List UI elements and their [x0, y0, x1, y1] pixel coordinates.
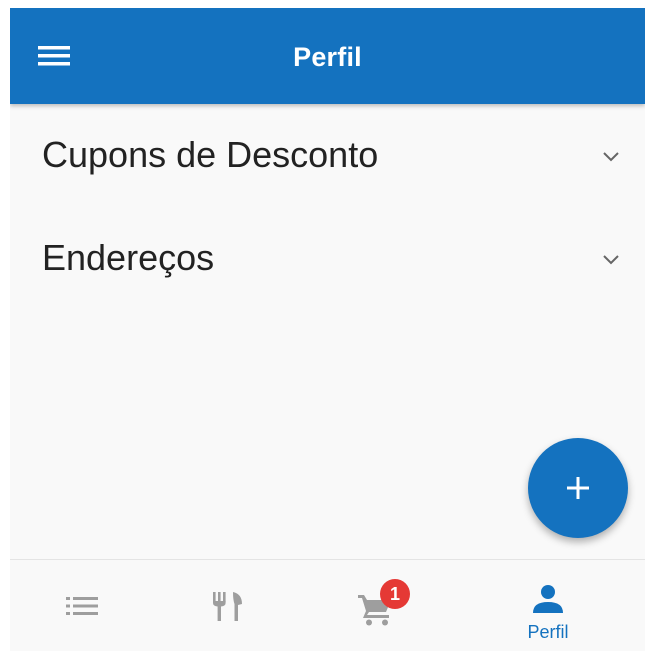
- chevron-down-icon: [599, 251, 623, 269]
- page-title: Perfil: [293, 42, 362, 72]
- section-label: Endereços: [42, 237, 215, 278]
- cart-badge: 1: [380, 579, 410, 609]
- app-screen: Perfil Cupons de Desconto Endereços Perf…: [10, 8, 645, 651]
- app-bar: Perfil: [10, 8, 645, 104]
- list-icon: [66, 597, 98, 615]
- section-enderecos[interactable]: Endereços: [10, 211, 645, 311]
- section-cupons-de-desconto[interactable]: Cupons de Desconto: [10, 108, 645, 208]
- nav-item-restaurant[interactable]: [153, 560, 303, 651]
- section-label: Cupons de Desconto: [42, 134, 379, 175]
- fork-knife-icon: [213, 592, 242, 621]
- nav-item-list[interactable]: [10, 560, 157, 651]
- person-icon: [533, 585, 563, 613]
- add-button[interactable]: [528, 438, 628, 538]
- plus-icon: [567, 477, 589, 499]
- nav-item-perfil[interactable]: Perfil: [473, 560, 623, 651]
- nav-item-cart[interactable]: [300, 560, 450, 651]
- bottom-navigation: Perfil: [10, 559, 645, 651]
- chevron-down-icon: [599, 148, 623, 166]
- nav-label-perfil: Perfil: [527, 622, 569, 642]
